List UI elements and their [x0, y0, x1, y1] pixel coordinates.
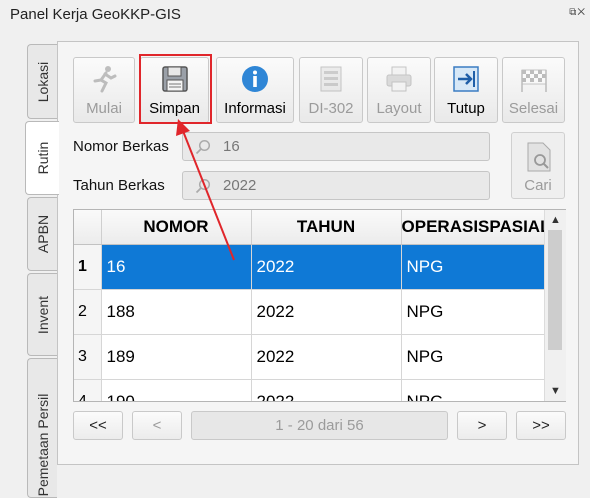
annotation-arrow — [176, 119, 235, 261]
